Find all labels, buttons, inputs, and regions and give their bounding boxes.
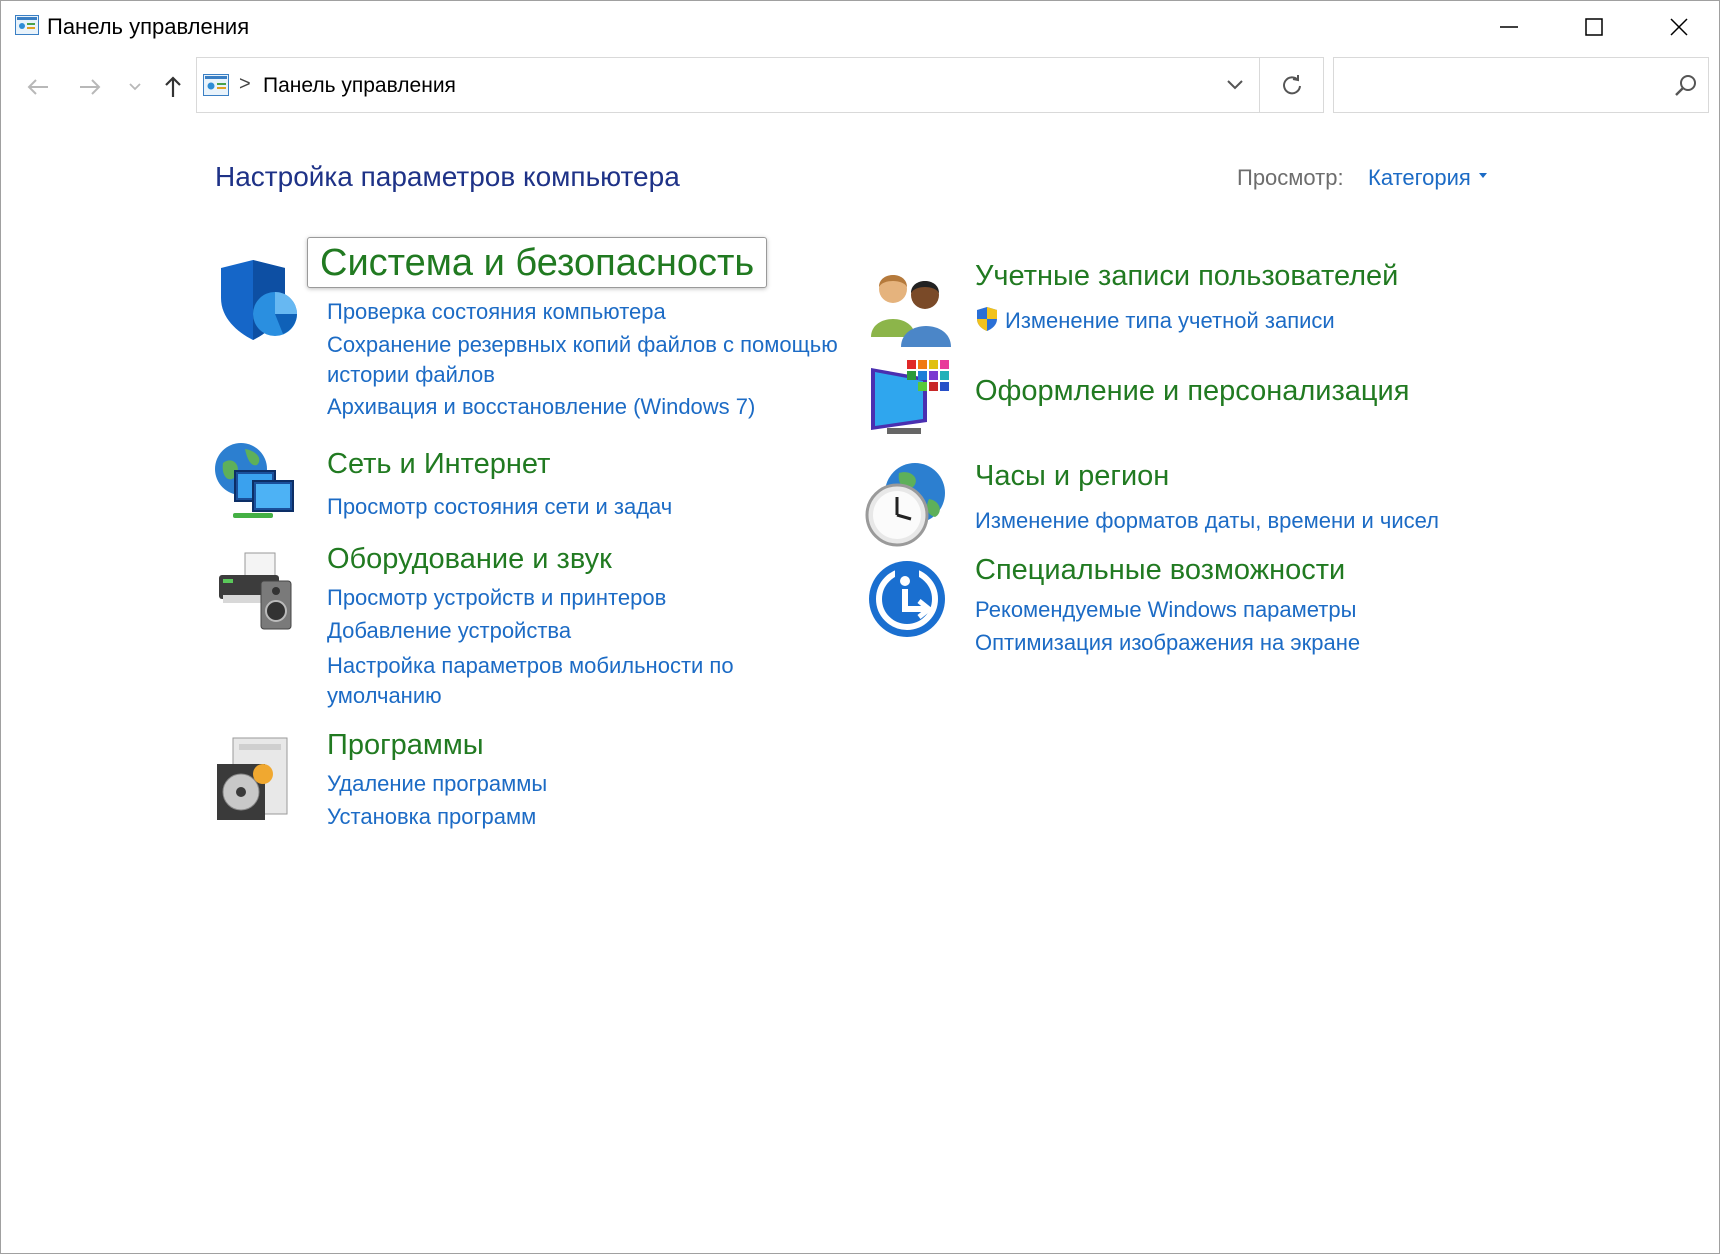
search-icon bbox=[1675, 75, 1696, 96]
refresh-icon bbox=[1283, 75, 1301, 95]
chevron-down-icon bbox=[129, 83, 141, 91]
category-programs-title[interactable]: Программы bbox=[327, 729, 484, 762]
category-network-internet-title[interactable]: Сеть и Интернет bbox=[327, 448, 550, 481]
shield-icon[interactable] bbox=[213, 256, 303, 346]
control-panel-icon bbox=[203, 74, 229, 96]
link-recommended-windows-settings[interactable]: Рекомендуемые Windows параметры bbox=[975, 595, 1356, 625]
link-install-programs[interactable]: Установка программ bbox=[327, 802, 536, 832]
view-by-dropdown[interactable]: Категория bbox=[1368, 165, 1471, 191]
up-button[interactable] bbox=[157, 57, 189, 117]
forward-button[interactable] bbox=[73, 57, 107, 117]
search-input[interactable] bbox=[1333, 57, 1709, 113]
clock-globe-icon[interactable] bbox=[863, 459, 953, 549]
users-icon[interactable] bbox=[867, 263, 957, 353]
minimize-icon bbox=[1500, 26, 1518, 28]
chevron-down-icon bbox=[1227, 80, 1243, 90]
printer-speaker-icon[interactable] bbox=[213, 549, 303, 639]
maximize-icon bbox=[1585, 18, 1603, 36]
category-ease-of-access-title[interactable]: Специальные возможности bbox=[975, 554, 1345, 587]
arrow-up-icon bbox=[165, 76, 181, 97]
control-panel-window: Панель управления > Панель управления На… bbox=[0, 0, 1720, 1254]
network-globe-icon[interactable] bbox=[213, 441, 303, 531]
caret-down-icon[interactable] bbox=[1479, 173, 1487, 178]
breadcrumb-control-panel[interactable]: Панель управления bbox=[263, 74, 456, 98]
recent-locations-button[interactable] bbox=[125, 57, 145, 117]
accessibility-icon[interactable] bbox=[867, 559, 957, 649]
link-change-date-time-formats[interactable]: Изменение форматов даты, времени и чисел bbox=[975, 506, 1439, 536]
back-button[interactable] bbox=[21, 57, 55, 117]
category-appearance-personalization-title[interactable]: Оформление и персонализация bbox=[975, 375, 1409, 408]
arrow-left-icon bbox=[27, 79, 48, 95]
uac-shield-icon bbox=[977, 307, 997, 331]
link-mobility-defaults[interactable]: Настройка параметров мобильности по умол… bbox=[327, 651, 797, 711]
control-panel-app-icon bbox=[15, 15, 39, 35]
window-title: Панель управления bbox=[47, 14, 250, 39]
view-by-label: Просмотр: bbox=[1237, 165, 1344, 190]
close-button[interactable] bbox=[1636, 1, 1720, 53]
breadcrumb-separator: > bbox=[239, 73, 251, 95]
address-bar[interactable]: > Панель управления bbox=[196, 57, 1324, 113]
navigation-bar: > Панель управления bbox=[1, 57, 1719, 117]
link-uninstall-program[interactable]: Удаление программы bbox=[327, 769, 547, 799]
refresh-button[interactable] bbox=[1259, 58, 1324, 112]
link-file-history-backup[interactable]: Сохранение резервных копий файлов с помо… bbox=[327, 330, 857, 390]
category-hardware-sound-title[interactable]: Оборудование и звук bbox=[327, 543, 612, 576]
link-backup-restore-win7[interactable]: Архивация и восстановление (Windows 7) bbox=[327, 392, 755, 422]
minimize-button[interactable] bbox=[1466, 1, 1552, 53]
close-icon bbox=[1670, 18, 1688, 36]
title-bar: Панель управления bbox=[1, 1, 1719, 53]
address-dropdown-button[interactable] bbox=[1215, 58, 1255, 112]
link-check-computer-status[interactable]: Проверка состояния компьютера bbox=[327, 297, 666, 327]
category-user-accounts-title[interactable]: Учетные записи пользователей bbox=[975, 260, 1398, 293]
category-clock-region-title[interactable]: Часы и регион bbox=[975, 460, 1169, 493]
link-add-device[interactable]: Добавление устройства bbox=[327, 616, 571, 646]
link-optimize-display[interactable]: Оптимизация изображения на экране bbox=[975, 628, 1360, 658]
link-change-account-type[interactable]: Изменение типа учетной записи bbox=[1005, 306, 1335, 336]
link-devices-printers[interactable]: Просмотр устройств и принтеров bbox=[327, 583, 666, 613]
monitor-palette-icon[interactable] bbox=[867, 356, 957, 446]
maximize-button[interactable] bbox=[1551, 1, 1637, 53]
arrow-right-icon bbox=[80, 79, 101, 95]
category-system-security-title[interactable]: Система и безопасность bbox=[307, 237, 768, 288]
page-title: Настройка параметров компьютера bbox=[215, 161, 680, 192]
programs-disc-icon[interactable] bbox=[213, 734, 303, 824]
link-network-status-tasks[interactable]: Просмотр состояния сети и задач bbox=[327, 492, 672, 522]
